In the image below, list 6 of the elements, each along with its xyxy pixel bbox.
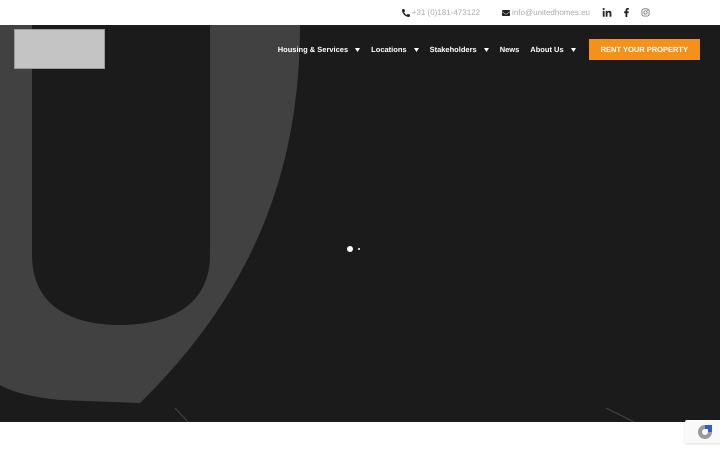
email-icon [502, 8, 510, 16]
linkedin-icon[interactable] [602, 8, 612, 18]
facebook-icon[interactable] [622, 8, 631, 17]
recaptcha-icon [696, 422, 714, 440]
instagram-icon[interactable] [641, 8, 650, 17]
phone-icon [402, 8, 410, 16]
